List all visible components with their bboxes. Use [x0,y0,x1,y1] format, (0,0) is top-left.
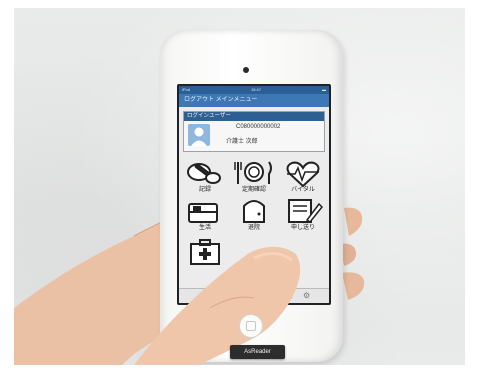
brand-label: AsReader [230,345,285,359]
home-button-icon [246,321,256,331]
right-thumb [134,246,301,365]
photo: iPod 15:47 ▬ ログアウト メインメニュー ログインユーザー C080… [14,8,465,365]
